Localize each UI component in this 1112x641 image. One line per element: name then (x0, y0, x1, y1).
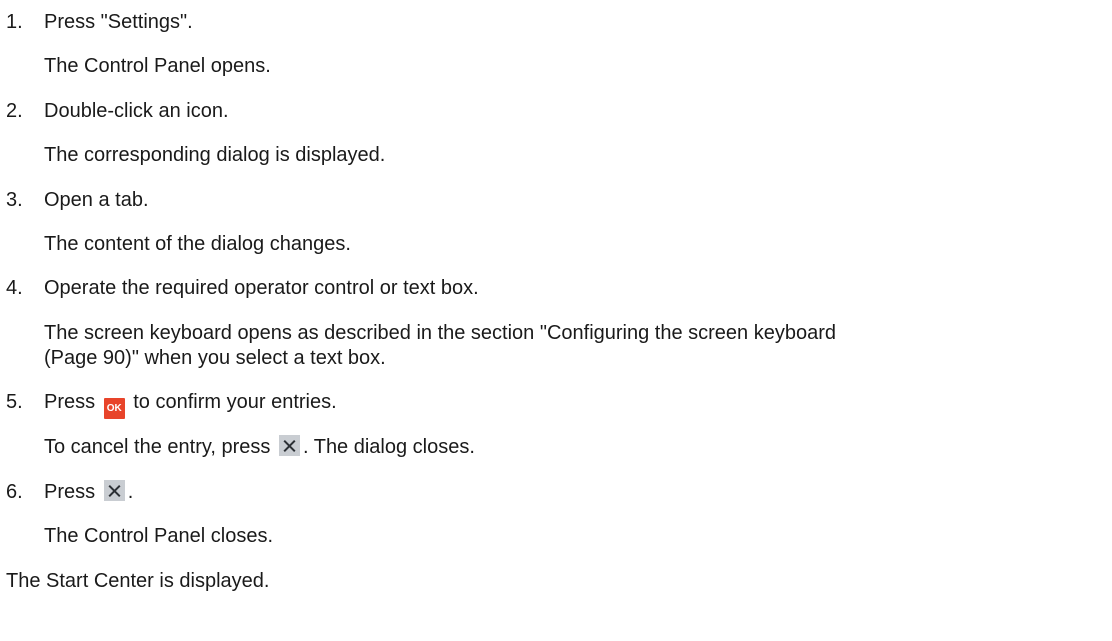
step-instruction: Press . (44, 480, 133, 504)
step-number: 4. (6, 277, 23, 299)
step-number: 1. (6, 11, 23, 33)
step-number: 3. (6, 189, 23, 211)
step-instruction: Operate the required operator control or… (44, 277, 479, 299)
step-instruction: Double-click an icon. (44, 100, 229, 122)
close-x-icon (278, 435, 300, 456)
instruction-document: 1. Press "Settings". The Control Panel o… (0, 0, 1112, 641)
result-text: . The dialog closes. (302, 436, 475, 458)
step-number: 5. (6, 391, 23, 413)
step-result: The Control Panel closes. (44, 525, 274, 547)
result-text: To cancel the entry, press (44, 436, 271, 458)
step-result: The Control Panel opens. (44, 55, 271, 77)
step-result-line-1: The screen keyboard opens as described i… (44, 322, 837, 344)
step-instruction: Open a tab. (44, 189, 149, 211)
step-instruction: Press "Settings". (44, 11, 193, 33)
instruction-text: to confirm your entries. (133, 391, 337, 413)
instruction-text: . (127, 481, 134, 503)
step-result: The corresponding dialog is displayed. (44, 144, 386, 166)
step-instruction: Press OK to confirm your entries. (44, 390, 337, 419)
instruction-text: Press (44, 481, 96, 503)
step-result: To cancel the entry, press . The dialog … (44, 435, 475, 459)
instruction-text: Press (44, 391, 96, 413)
conclusion-text: The Start Center is displayed. (6, 570, 270, 592)
step-number: 2. (6, 100, 23, 122)
step-number: 6. (6, 481, 23, 503)
close-x-icon (103, 480, 125, 501)
step-result-line-2: (Page 90)" when you select a text box. (44, 347, 386, 369)
ok-button-icon: OK (103, 398, 125, 419)
step-result: The content of the dialog changes. (44, 233, 351, 255)
